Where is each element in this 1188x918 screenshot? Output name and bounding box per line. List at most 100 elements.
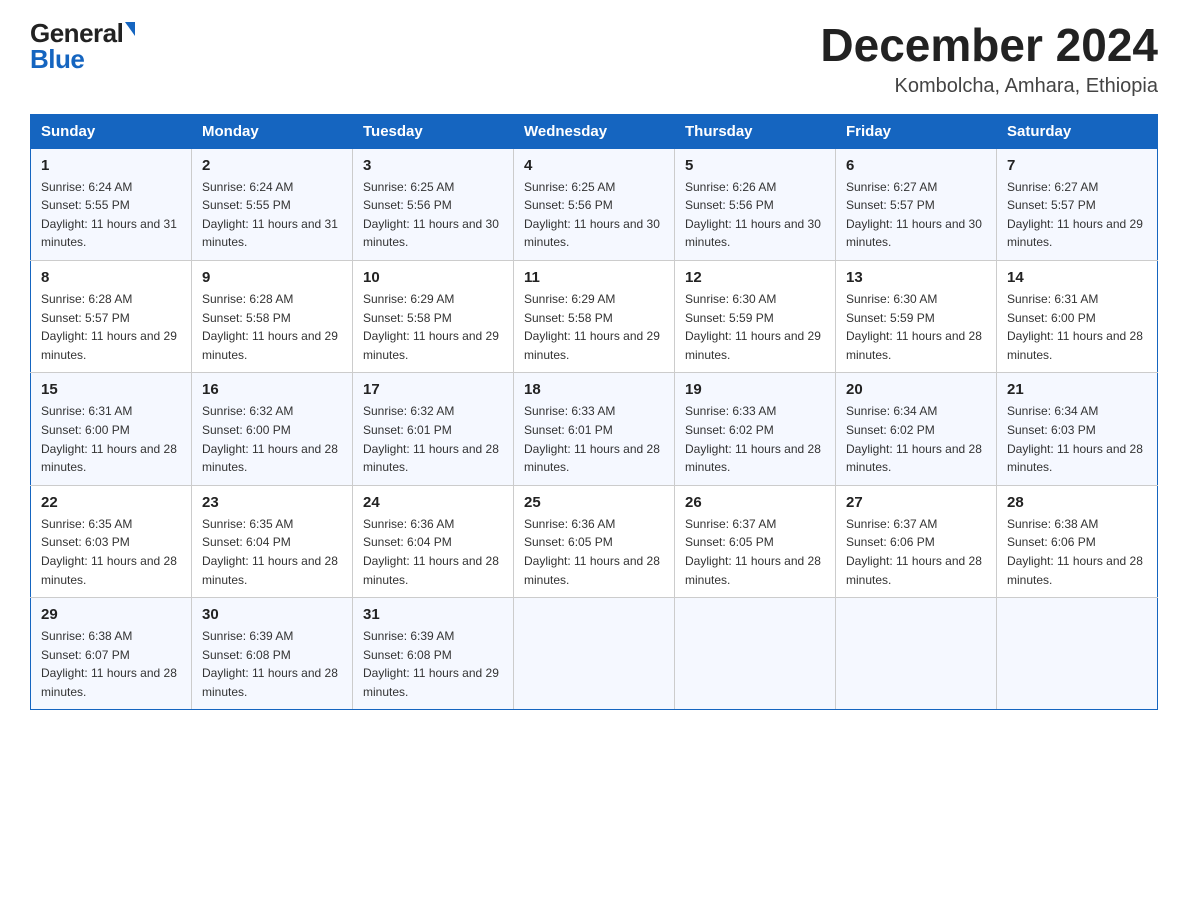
day-info: Sunrise: 6:35 AMSunset: 6:03 PMDaylight:…: [41, 515, 181, 589]
day-number: 3: [363, 157, 503, 174]
day-info: Sunrise: 6:30 AMSunset: 5:59 PMDaylight:…: [846, 290, 986, 364]
header-sunday: Sunday: [31, 114, 192, 148]
calendar-week-row: 29 Sunrise: 6:38 AMSunset: 6:07 PMDayligh…: [31, 598, 1158, 710]
month-year-title: December 2024: [820, 20, 1158, 71]
location-subtitle: Kombolcha, Amhara, Ethiopia: [820, 75, 1158, 98]
day-number: 17: [363, 381, 503, 398]
calendar-cell: 29 Sunrise: 6:38 AMSunset: 6:07 PMDayligh…: [31, 598, 192, 710]
day-info: Sunrise: 6:26 AMSunset: 5:56 PMDaylight:…: [685, 178, 825, 252]
day-info: Sunrise: 6:36 AMSunset: 6:04 PMDaylight:…: [363, 515, 503, 589]
calendar-cell: 21 Sunrise: 6:34 AMSunset: 6:03 PMDayligh…: [997, 373, 1158, 485]
calendar-cell: 6 Sunrise: 6:27 AMSunset: 5:57 PMDaylight…: [836, 148, 997, 260]
day-info: Sunrise: 6:25 AMSunset: 5:56 PMDaylight:…: [524, 178, 664, 252]
calendar-cell: 19Sunrise: 6:33 AMSunset: 6:02 PMDayligh…: [675, 373, 836, 485]
day-info: Sunrise: 6:34 AMSunset: 6:02 PMDaylight:…: [846, 402, 986, 476]
logo-blue-text: Blue: [30, 46, 135, 72]
day-info: Sunrise: 6:32 AMSunset: 6:01 PMDaylight:…: [363, 402, 503, 476]
day-info: Sunrise: 6:32 AMSunset: 6:00 PMDaylight:…: [202, 402, 342, 476]
day-number: 18: [524, 381, 664, 398]
title-block: December 2024 Kombolcha, Amhara, Ethiopi…: [820, 20, 1158, 98]
logo-general-text: General: [30, 20, 123, 46]
header-tuesday: Tuesday: [353, 114, 514, 148]
day-info: Sunrise: 6:34 AMSunset: 6:03 PMDaylight:…: [1007, 402, 1147, 476]
calendar-cell: 15Sunrise: 6:31 AMSunset: 6:00 PMDayligh…: [31, 373, 192, 485]
calendar-week-row: 8 Sunrise: 6:28 AMSunset: 5:57 PMDaylight…: [31, 260, 1158, 372]
day-number: 9: [202, 269, 342, 286]
header-wednesday: Wednesday: [514, 114, 675, 148]
day-info: Sunrise: 6:24 AMSunset: 5:55 PMDaylight:…: [41, 178, 181, 252]
day-info: Sunrise: 6:33 AMSunset: 6:01 PMDaylight:…: [524, 402, 664, 476]
day-number: 11: [524, 269, 664, 286]
day-info: Sunrise: 6:28 AMSunset: 5:58 PMDaylight:…: [202, 290, 342, 364]
day-info: Sunrise: 6:36 AMSunset: 6:05 PMDaylight:…: [524, 515, 664, 589]
header-saturday: Saturday: [997, 114, 1158, 148]
logo: General Blue: [30, 20, 135, 72]
calendar-cell: 16 Sunrise: 6:32 AMSunset: 6:00 PMDayligh…: [192, 373, 353, 485]
day-number: 14: [1007, 269, 1147, 286]
day-number: 1: [41, 157, 181, 174]
page-header: General Blue December 2024 Kombolcha, Am…: [30, 20, 1158, 98]
day-number: 2: [202, 157, 342, 174]
calendar-cell: 4 Sunrise: 6:25 AMSunset: 5:56 PMDaylight…: [514, 148, 675, 260]
calendar-cell: 17 Sunrise: 6:32 AMSunset: 6:01 PMDayligh…: [353, 373, 514, 485]
calendar-cell: 23 Sunrise: 6:35 AMSunset: 6:04 PMDayligh…: [192, 485, 353, 597]
day-info: Sunrise: 6:37 AMSunset: 6:05 PMDaylight:…: [685, 515, 825, 589]
calendar-cell: 2 Sunrise: 6:24 AMSunset: 5:55 PMDaylight…: [192, 148, 353, 260]
day-number: 21: [1007, 381, 1147, 398]
calendar-cell: 24 Sunrise: 6:36 AMSunset: 6:04 PMDayligh…: [353, 485, 514, 597]
day-info: Sunrise: 6:38 AMSunset: 6:07 PMDaylight:…: [41, 627, 181, 701]
day-number: 5: [685, 157, 825, 174]
day-number: 25: [524, 494, 664, 511]
day-info: Sunrise: 6:29 AMSunset: 5:58 PMDaylight:…: [363, 290, 503, 364]
day-info: Sunrise: 6:27 AMSunset: 5:57 PMDaylight:…: [1007, 178, 1147, 252]
calendar-cell: 12Sunrise: 6:30 AMSunset: 5:59 PMDayligh…: [675, 260, 836, 372]
calendar-cell: [836, 598, 997, 710]
day-info: Sunrise: 6:30 AMSunset: 5:59 PMDaylight:…: [685, 290, 825, 364]
day-number: 23: [202, 494, 342, 511]
header-friday: Friday: [836, 114, 997, 148]
day-number: 26: [685, 494, 825, 511]
calendar-week-row: 1 Sunrise: 6:24 AMSunset: 5:55 PMDaylight…: [31, 148, 1158, 260]
calendar-cell: 31 Sunrise: 6:39 AMSunset: 6:08 PMDayligh…: [353, 598, 514, 710]
calendar-cell: 25 Sunrise: 6:36 AMSunset: 6:05 PMDayligh…: [514, 485, 675, 597]
day-number: 29: [41, 606, 181, 623]
calendar-cell: [997, 598, 1158, 710]
day-number: 7: [1007, 157, 1147, 174]
calendar-cell: 13Sunrise: 6:30 AMSunset: 5:59 PMDayligh…: [836, 260, 997, 372]
calendar-table: SundayMondayTuesdayWednesdayThursdayFrid…: [30, 114, 1158, 711]
day-info: Sunrise: 6:29 AMSunset: 5:58 PMDaylight:…: [524, 290, 664, 364]
day-number: 6: [846, 157, 986, 174]
day-number: 20: [846, 381, 986, 398]
day-number: 27: [846, 494, 986, 511]
day-info: Sunrise: 6:31 AMSunset: 6:00 PMDaylight:…: [1007, 290, 1147, 364]
calendar-cell: 26 Sunrise: 6:37 AMSunset: 6:05 PMDayligh…: [675, 485, 836, 597]
calendar-cell: 18 Sunrise: 6:33 AMSunset: 6:01 PMDayligh…: [514, 373, 675, 485]
day-number: 24: [363, 494, 503, 511]
calendar-cell: 14 Sunrise: 6:31 AMSunset: 6:00 PMDayligh…: [997, 260, 1158, 372]
day-info: Sunrise: 6:35 AMSunset: 6:04 PMDaylight:…: [202, 515, 342, 589]
calendar-cell: [675, 598, 836, 710]
header-thursday: Thursday: [675, 114, 836, 148]
calendar-cell: 22 Sunrise: 6:35 AMSunset: 6:03 PMDayligh…: [31, 485, 192, 597]
day-number: 22: [41, 494, 181, 511]
day-info: Sunrise: 6:39 AMSunset: 6:08 PMDaylight:…: [202, 627, 342, 701]
calendar-cell: 11 Sunrise: 6:29 AMSunset: 5:58 PMDayligh…: [514, 260, 675, 372]
day-info: Sunrise: 6:25 AMSunset: 5:56 PMDaylight:…: [363, 178, 503, 252]
day-number: 16: [202, 381, 342, 398]
day-number: 31: [363, 606, 503, 623]
day-info: Sunrise: 6:28 AMSunset: 5:57 PMDaylight:…: [41, 290, 181, 364]
day-number: 4: [524, 157, 664, 174]
calendar-week-row: 15Sunrise: 6:31 AMSunset: 6:00 PMDayligh…: [31, 373, 1158, 485]
day-info: Sunrise: 6:27 AMSunset: 5:57 PMDaylight:…: [846, 178, 986, 252]
calendar-cell: 3 Sunrise: 6:25 AMSunset: 5:56 PMDaylight…: [353, 148, 514, 260]
day-number: 8: [41, 269, 181, 286]
day-number: 15: [41, 381, 181, 398]
calendar-cell: 27Sunrise: 6:37 AMSunset: 6:06 PMDayligh…: [836, 485, 997, 597]
calendar-week-row: 22 Sunrise: 6:35 AMSunset: 6:03 PMDayligh…: [31, 485, 1158, 597]
header-monday: Monday: [192, 114, 353, 148]
calendar-cell: 30Sunrise: 6:39 AMSunset: 6:08 PMDayligh…: [192, 598, 353, 710]
day-number: 19: [685, 381, 825, 398]
calendar-header-row: SundayMondayTuesdayWednesdayThursdayFrid…: [31, 114, 1158, 148]
day-info: Sunrise: 6:39 AMSunset: 6:08 PMDaylight:…: [363, 627, 503, 701]
day-info: Sunrise: 6:24 AMSunset: 5:55 PMDaylight:…: [202, 178, 342, 252]
